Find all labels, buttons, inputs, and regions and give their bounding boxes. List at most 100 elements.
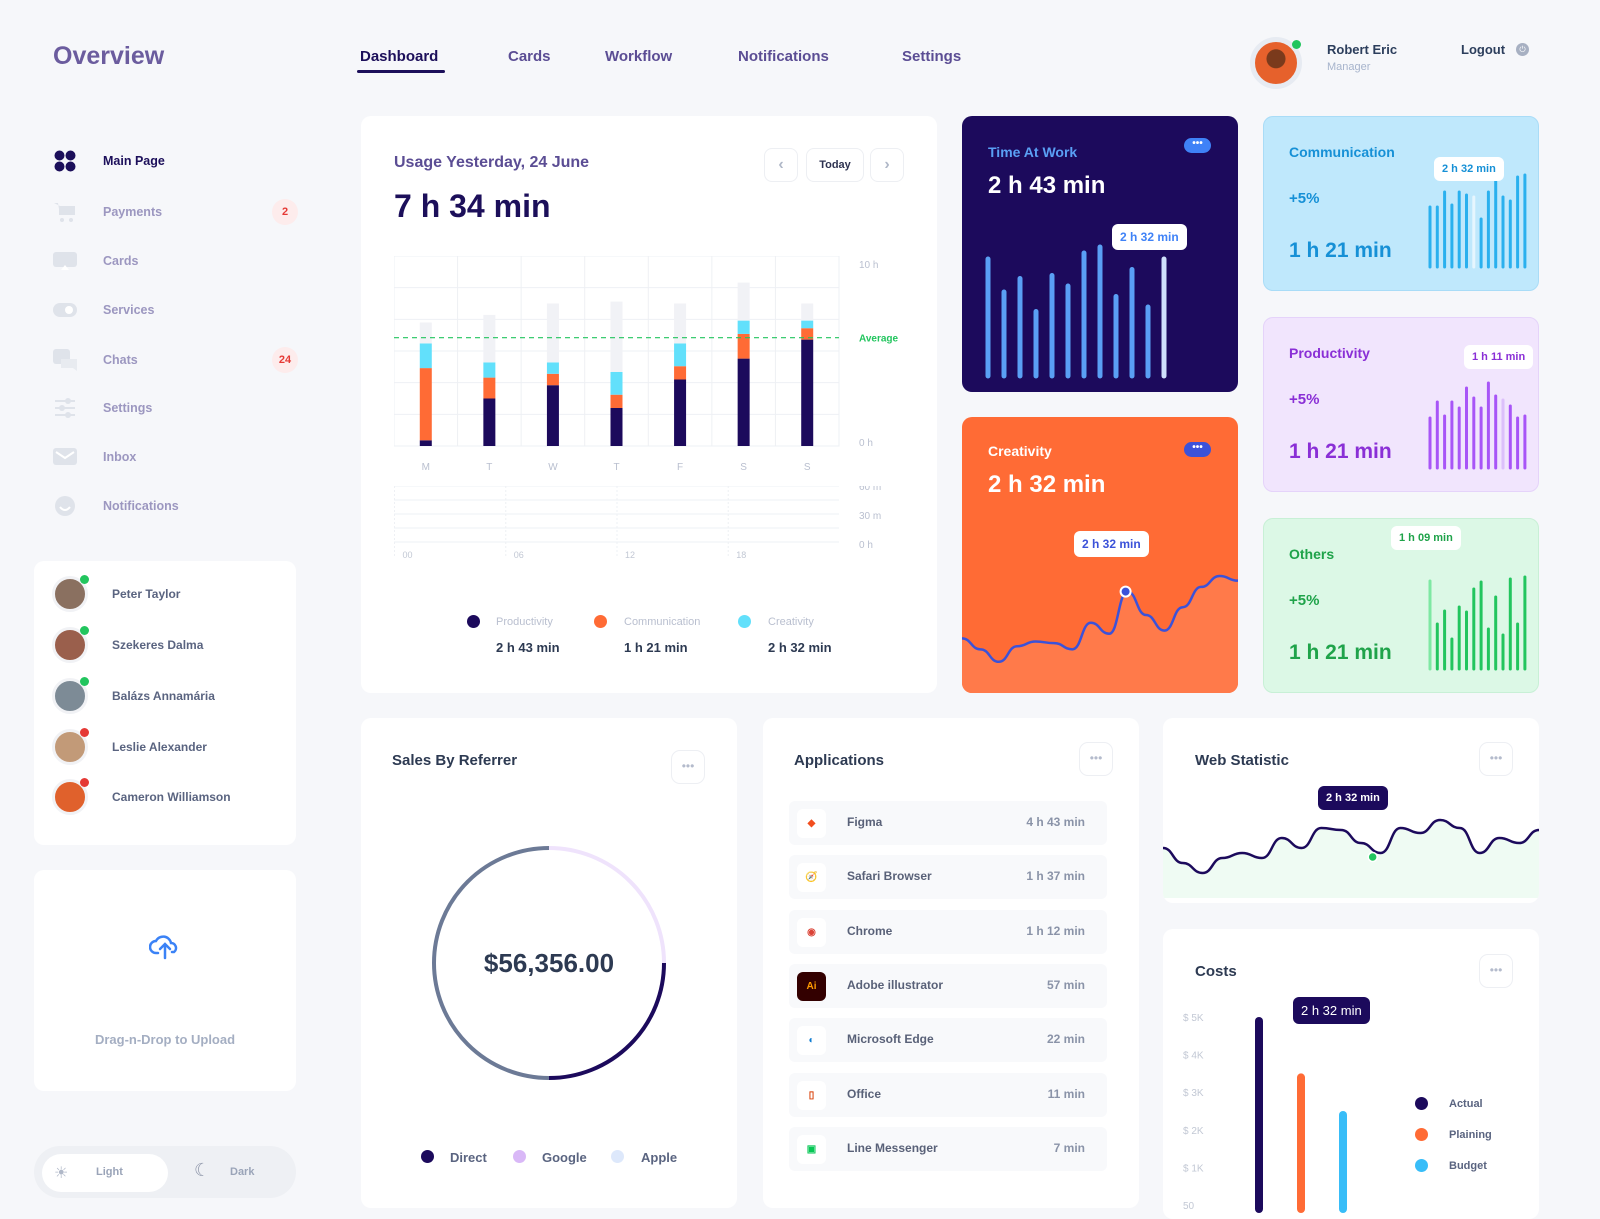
mail-icon — [53, 446, 77, 468]
y-tick-label: $ 1K — [1183, 1163, 1204, 1174]
chart-tooltip: 2 h 32 min — [1074, 531, 1149, 557]
app-time: 7 min — [1053, 1140, 1085, 1155]
toggle-icon — [53, 299, 77, 321]
tab-dashboard[interactable]: Dashboard — [360, 48, 438, 65]
safari-icon: 🧭 — [797, 863, 826, 893]
user-name: Robert Eric — [1327, 42, 1398, 57]
bar-segment-communication — [483, 377, 496, 399]
sidebar-item-main-page[interactable]: Main Page — [53, 147, 298, 175]
time-at-work-card: Time At Work 2 h 43 min ••• 2 h 32 min — [962, 116, 1238, 392]
dark-mode-option[interactable]: Dark — [230, 1166, 254, 1178]
chat-icon — [53, 349, 77, 371]
more-options-button[interactable]: ••• — [1479, 742, 1513, 776]
legend-productivity-value: 2 h 43 min — [496, 640, 560, 655]
app-row[interactable]: ◐ Microsoft Edge 22 min — [789, 1018, 1107, 1063]
upload-label: Drag-n-Drop to Upload — [94, 1032, 236, 1047]
today-button[interactable]: Today — [806, 148, 864, 182]
page-title: Overview — [53, 42, 165, 70]
power-icon[interactable]: ⏻ — [1516, 43, 1529, 56]
y-tick-label: 10 h — [859, 260, 878, 271]
bar-segment-remaining — [737, 282, 750, 321]
x-tick-label: F — [677, 462, 683, 473]
office-icon: ▯ — [797, 1080, 826, 1110]
app-row[interactable]: ◆ Figma 4 h 43 min — [789, 801, 1107, 845]
sidebar-item-chats[interactable]: Chats 24 — [53, 346, 298, 374]
card-change: +5% — [1289, 190, 1320, 207]
next-day-button[interactable]: › — [870, 148, 904, 182]
x-tick-label: S — [804, 462, 811, 473]
more-options-button[interactable]: ••• — [1184, 442, 1211, 457]
bar-segment-productivity — [483, 398, 496, 446]
more-options-button[interactable]: ••• — [1184, 138, 1211, 153]
card-title: Productivity — [1289, 345, 1370, 361]
avatar — [52, 575, 89, 612]
bar-segment-remaining — [610, 301, 623, 372]
productivity-card: Productivity +5% 1 h 21 min 1 h 11 min — [1263, 317, 1539, 492]
bar-segment-creativity — [674, 343, 687, 367]
busy-status-dot — [80, 778, 89, 787]
y-tick-label: $ 2K — [1183, 1126, 1204, 1137]
app-row[interactable]: ◉ Chrome 1 h 12 min — [789, 909, 1107, 954]
contact-item[interactable]: Szekeres Dalma — [52, 626, 203, 663]
chats-badge: 24 — [272, 347, 298, 373]
theme-toggle[interactable]: ☀ Light ☾ Dark — [34, 1146, 296, 1198]
sidebar-item-payments[interactable]: Payments 2 — [53, 198, 298, 226]
sidebar-item-settings[interactable]: Settings — [53, 394, 298, 422]
sidebar-item-services[interactable]: Services — [53, 296, 298, 324]
others-card: Others +5% 1 h 21 min 1 h 09 min — [1263, 518, 1539, 693]
sidebar-item-cards[interactable]: Cards — [53, 247, 298, 275]
light-mode-option[interactable]: ☀ Light — [42, 1154, 168, 1192]
contact-item[interactable]: Balázs Annamária — [52, 677, 215, 714]
app-row[interactable]: 🧭 Safari Browser 1 h 37 min — [789, 855, 1107, 900]
user-avatar[interactable] — [1250, 37, 1302, 89]
tab-workflow[interactable]: Workflow — [605, 48, 672, 65]
more-options-button[interactable]: ••• — [1479, 954, 1513, 988]
app-row[interactable]: ▯ Office 11 min — [789, 1072, 1107, 1117]
cloud-upload-icon — [148, 932, 181, 965]
y-tick-label: 60 m — [859, 486, 881, 493]
legend-dot-communication — [594, 615, 607, 628]
legend-dot-budget — [1415, 1159, 1428, 1172]
legend-dot-plaining — [1415, 1128, 1428, 1141]
sidebar-item-inbox[interactable]: Inbox — [53, 443, 298, 471]
grid-icon — [53, 150, 77, 172]
app-row[interactable]: ▣ Line Messenger 7 min — [789, 1126, 1107, 1171]
more-options-button[interactable]: ••• — [1079, 742, 1113, 776]
bar-segment-remaining — [801, 303, 814, 321]
app-name: Microsoft Edge — [847, 1032, 934, 1047]
card-title: Sales By Referrer — [392, 752, 518, 769]
more-options-button[interactable]: ••• — [671, 750, 705, 784]
app-row[interactable]: Ai Adobe illustrator 57 min — [789, 963, 1107, 1008]
online-status-dot — [80, 677, 89, 686]
sidebar-item-notifications[interactable]: Notifications — [53, 492, 298, 520]
avatar — [52, 677, 89, 714]
legend-direct: Direct — [450, 1150, 487, 1165]
tab-cards[interactable]: Cards — [508, 48, 551, 65]
sun-icon: ☀ — [54, 1165, 69, 1182]
card-title: Others — [1289, 546, 1335, 562]
upload-dropzone[interactable]: Drag-n-Drop to Upload — [34, 870, 296, 1091]
contact-item[interactable]: Peter Taylor — [52, 575, 180, 612]
app-name: Line Messenger — [847, 1140, 938, 1155]
prev-day-button[interactable]: ‹ — [764, 148, 798, 182]
tab-settings[interactable]: Settings — [902, 48, 961, 65]
usage-total: 7 h 34 min — [394, 188, 551, 224]
card-value: 1 h 21 min — [1289, 641, 1392, 664]
card-value: 2 h 32 min — [988, 471, 1106, 498]
bar-segment-productivity — [546, 385, 559, 446]
y-tick-label: $ 3K — [1183, 1088, 1204, 1099]
sliders-icon — [53, 397, 77, 419]
tab-notifications[interactable]: Notifications — [738, 48, 829, 65]
legend-apple: Apple — [641, 1150, 678, 1165]
productivity-chart — [1428, 381, 1527, 470]
logout-button[interactable]: Logout — [1461, 42, 1505, 57]
usage-title: Usage Yesterday, 24 June — [394, 154, 590, 171]
legend-dot-creativity — [738, 615, 751, 628]
x-tick-label: T — [486, 462, 492, 473]
bar-segment-remaining — [419, 322, 432, 344]
card-value: 2 h 43 min — [988, 172, 1106, 199]
contact-item[interactable]: Cameron Williamson — [52, 778, 231, 815]
app-time: 57 min — [1046, 977, 1085, 992]
contact-item[interactable]: Leslie Alexander — [52, 728, 207, 765]
moon-icon[interactable]: ☾ — [194, 1160, 210, 1181]
